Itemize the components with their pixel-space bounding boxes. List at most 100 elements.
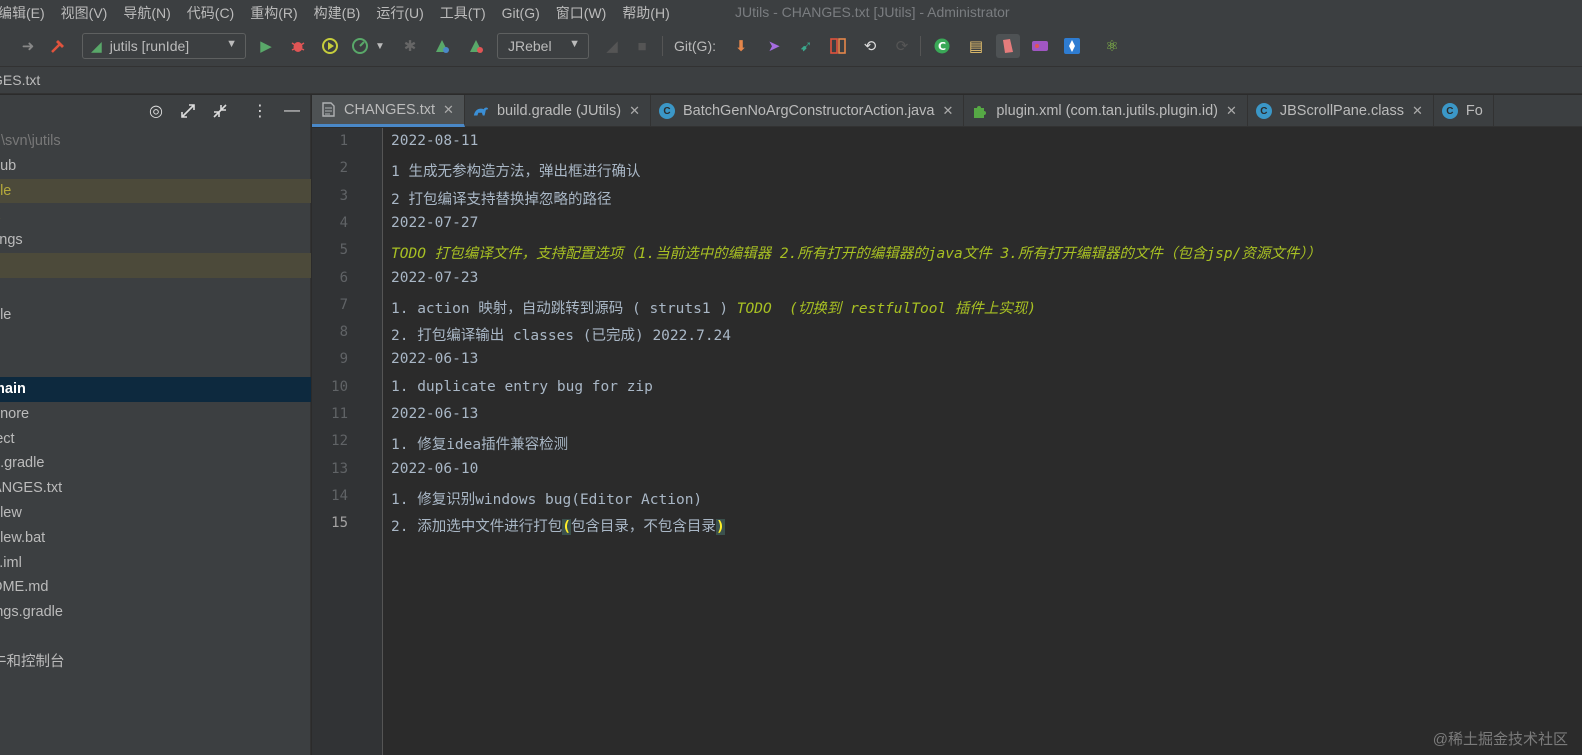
- jrebel-label: JRebel: [508, 38, 552, 54]
- menu-item[interactable]: 导航(N): [115, 3, 178, 23]
- git-compare-icon[interactable]: [826, 34, 850, 58]
- svg-text:C: C: [938, 40, 946, 53]
- git-history-icon[interactable]: ⟲: [858, 34, 882, 58]
- tree-item-label: s.iml: [0, 554, 22, 571]
- react-atom-icon[interactable]: ⚛: [1100, 34, 1124, 58]
- tree-item[interactable]: ANGES.txt: [0, 476, 311, 501]
- codota-icon[interactable]: C: [930, 34, 954, 58]
- tab-label: Fo: [1465, 103, 1483, 119]
- git-commit-icon[interactable]: ➤: [762, 34, 786, 58]
- tree-item[interactable]: dlew.bat: [0, 526, 311, 551]
- tree-item[interactable]: dle: [0, 178, 311, 204]
- tab-label: plugin.xml (com.tan.jutils.plugin.id): [996, 103, 1218, 119]
- options-kebab-icon[interactable]: ⋮: [250, 101, 270, 121]
- code-text: 2. 打包编译输出 classes (已完成) 2022.7.24: [391, 328, 732, 345]
- close-icon[interactable]: ✕: [942, 103, 953, 119]
- tree-item[interactable]: [0, 352, 311, 377]
- editor-tab[interactable]: CHANGES.txt ✕: [312, 95, 465, 127]
- editor-tab[interactable]: plugin.xml (com.tan.jutils.plugin.id) ✕: [964, 95, 1248, 127]
- stop-icon[interactable]: ■: [630, 34, 654, 58]
- locate-target-icon[interactable]: ◎: [146, 101, 166, 121]
- code-text: 2022-06-13: [391, 406, 479, 422]
- menu-item[interactable]: 窗口(W): [548, 3, 615, 23]
- git-update-icon[interactable]: ⬇: [729, 34, 753, 58]
- build-hammer-icon[interactable]: [46, 34, 70, 58]
- menu-item[interactable]: 编辑(E): [0, 3, 53, 23]
- tree-item-label: dlew: [0, 504, 22, 521]
- line-number: 15: [331, 515, 348, 532]
- menu-item[interactable]: 工具(T): [432, 3, 494, 23]
- menu-item[interactable]: 帮助(H): [614, 3, 677, 23]
- tree-item[interactable]: a: [0, 203, 311, 228]
- tree-item[interactable]: s: [0, 327, 311, 352]
- tree-item[interactable]: dlew: [0, 501, 311, 526]
- code-text: 2. 添加选中文件进行打包: [391, 519, 563, 536]
- plugin-devkit-icon[interactable]: [1028, 34, 1052, 58]
- line-number: 14: [331, 487, 348, 504]
- window-title: JUtils - CHANGES.txt [JUtils] - Administ…: [735, 4, 1010, 20]
- line-number: 5: [339, 242, 348, 259]
- tree-item[interactable]: DME.md: [0, 575, 311, 600]
- jutils-pack-icon[interactable]: [996, 34, 1020, 58]
- tree-item[interactable]: tings: [0, 228, 311, 253]
- close-icon[interactable]: ✕: [1226, 103, 1237, 119]
- navigate-compass-icon[interactable]: [1060, 34, 1084, 58]
- editor-tab[interactable]: C JBScrollPane.class ✕: [1248, 95, 1434, 127]
- attach-debugger-icon[interactable]: ✱: [398, 34, 422, 58]
- close-icon[interactable]: ✕: [1412, 103, 1423, 119]
- menu-item[interactable]: 运行(U): [368, 3, 431, 23]
- run-icon[interactable]: ▶: [254, 34, 278, 58]
- debug-bug-icon[interactable]: [286, 34, 310, 58]
- collapse-all-icon[interactable]: [210, 101, 230, 121]
- tree-item[interactable]: gnore: [0, 402, 311, 427]
- editor-tab[interactable]: C Fo: [1434, 95, 1494, 127]
- code-text: 包含目录，不包含目录: [570, 519, 716, 536]
- menu-items: 编辑(E) 视图(V) 导航(N) 代码(C) 重构(R) 构建(B) 运行(U) 工具(T)…: [0, 3, 678, 23]
- jrebel-sync-icon[interactable]: ◢: [600, 34, 624, 58]
- tree-item[interactable]: main: [0, 376, 311, 402]
- jrebel-debug-icon[interactable]: [464, 34, 488, 58]
- jrebel-select[interactable]: JRebel ▼: [497, 33, 589, 59]
- tree-item[interactable]: 牛和控制台: [0, 650, 311, 675]
- tree-root-path[interactable]: :\svn\jutils: [0, 129, 311, 154]
- code-line: 1. action 映射，自动跳转到源码 ( struts1 ) TODO (切…: [391, 297, 1036, 318]
- minimize-icon[interactable]: —: [282, 101, 302, 121]
- editor-tab[interactable]: C BatchGenNoArgConstructorAction.java ✕: [651, 95, 965, 127]
- run-config-label: jutils [runIde]: [109, 38, 190, 54]
- tree-item[interactable]: ject: [0, 427, 311, 452]
- menu-item[interactable]: 代码(C): [179, 3, 242, 23]
- tree-item[interactable]: d.gradle: [0, 451, 311, 476]
- jrebel-run-icon[interactable]: [430, 34, 454, 58]
- git-push-icon[interactable]: ➹: [794, 34, 818, 58]
- menu-item[interactable]: 重构(R): [242, 3, 305, 23]
- editor-tab[interactable]: build.gradle (JUtils) ✕: [465, 95, 651, 127]
- expand-all-icon[interactable]: [178, 101, 198, 121]
- code-line: 1 生成无参构造方法，弹出框进行确认: [391, 160, 640, 181]
- run-configuration-select[interactable]: ◢ jutils [runIde] ▼: [82, 33, 246, 59]
- menu-item[interactable]: 视图(V): [53, 3, 116, 23]
- code-text: 2 打包编译支持替换掉忽略的路径: [391, 191, 612, 208]
- menu-item[interactable]: 构建(B): [306, 3, 369, 23]
- tree-item[interactable]: dle: [0, 303, 311, 328]
- menu-item[interactable]: Git(G): [494, 5, 548, 21]
- close-icon[interactable]: ✕: [443, 102, 454, 118]
- tree-item[interactable]: hub: [0, 154, 311, 179]
- breadcrumb-file[interactable]: GES.txt: [0, 72, 40, 88]
- coverage-icon[interactable]: [318, 34, 342, 58]
- project-structure-icon[interactable]: ▤: [964, 34, 988, 58]
- tree-item[interactable]: d: [0, 252, 311, 278]
- tree-item[interactable]: ings.gradle: [0, 600, 311, 625]
- line-number: 8: [339, 324, 348, 341]
- profile-icon[interactable]: [348, 34, 372, 58]
- close-icon[interactable]: ✕: [629, 103, 640, 119]
- more-run-options-icon[interactable]: ▼: [372, 34, 388, 58]
- tree-item[interactable]: s.iml: [0, 551, 311, 576]
- code-line: 2022-07-23: [391, 270, 478, 286]
- forward-arrow-icon[interactable]: ➜: [16, 34, 40, 58]
- tree-item[interactable]: s: [0, 278, 311, 303]
- toolbar-divider: [662, 36, 663, 56]
- text-editor[interactable]: @稀土掘金技术社区 2022-08-11 1 生成无参构造方法，弹出框进行确认 2 …: [383, 128, 1582, 755]
- tree-item[interactable]: [0, 625, 311, 650]
- git-rollback-icon[interactable]: ⟳: [890, 34, 914, 58]
- git-label: Git(G):: [674, 38, 716, 54]
